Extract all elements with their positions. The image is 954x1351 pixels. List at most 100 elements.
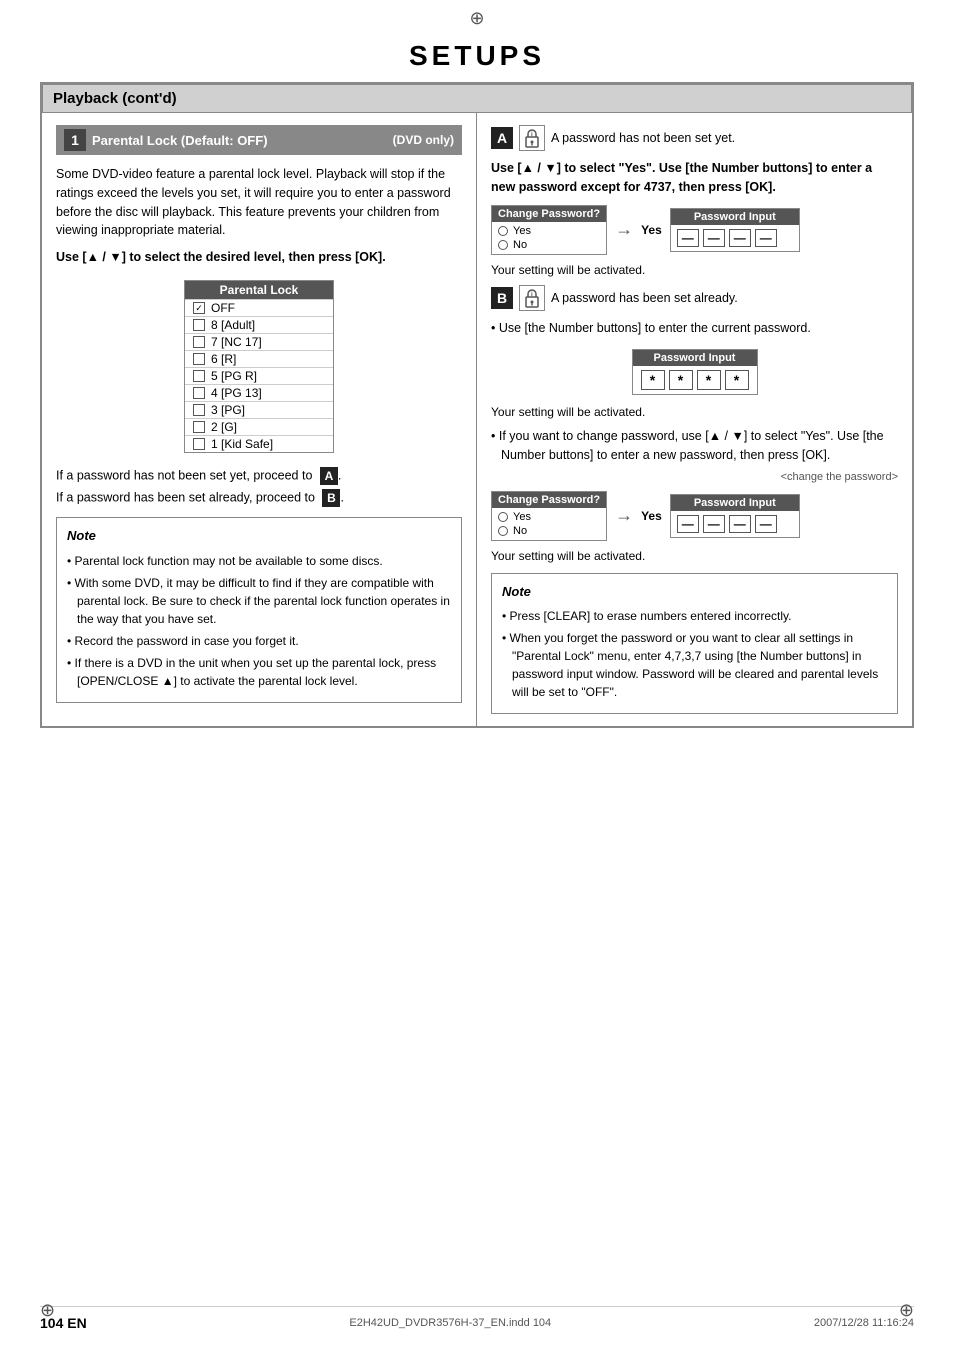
pl-row-2: 7 [NC 17] [185,333,333,350]
activated-text-b2: Your setting will be activated. [491,549,898,563]
cpb-yes-row-b: Yes [498,510,600,524]
note-item-3: • If there is a DVD in the unit when you… [67,654,451,690]
pwd-star-2: * [697,370,721,390]
note-title-right: Note [502,582,887,602]
pl-option-0: OFF [211,301,235,315]
lock-icon-container-a: i [519,125,545,151]
change-pwd-diagram-b: Change Password? Yes No → [491,491,898,541]
pl-checkbox-2 [193,336,205,348]
cpb-radio-yes-b [498,512,508,522]
proceed-b-text: If a password has been set already, proc… [56,489,462,507]
pl-option-6: 3 [PG] [211,403,245,417]
yes-label-b: Yes [641,509,662,523]
step1-body: Some DVD-video feature a parental lock l… [56,165,462,240]
pwd-star-0: * [641,370,665,390]
pwd-slot-a-3: — [755,229,777,247]
pwd-box-header-a: Password Input [671,209,799,225]
section-b-instruction: • Use [the Number buttons] to enter the … [491,319,898,338]
cpb-radio-no-a [498,240,508,250]
pwd-slots-a: — — — — [671,225,799,251]
pl-header: Parental Lock [185,281,333,299]
change-pwd-diagram-a: Change Password? Yes No → [491,205,898,255]
cpb-header-a: Change Password? [492,206,606,222]
cpb-yes-row-a: Yes [498,224,600,238]
pl-row-0: OFF [185,299,333,316]
change-pwd-box-a: Change Password? Yes No [491,205,607,255]
note-item-right-1: • When you forget the password or you wa… [502,629,887,701]
section-b-description: A password has been set already. [551,291,738,305]
pl-checkbox-4 [193,370,205,382]
pl-option-8: 1 [Kid Safe] [211,437,273,451]
pl-row-3: 6 [R] [185,350,333,367]
yes-label-a: Yes [641,223,662,237]
cpb-radio-yes-a [498,226,508,236]
note-item-2: • Record the password in case you forget… [67,632,451,650]
password-input-box-a: Password Input — — — — [670,208,800,252]
pl-checkbox-0 [193,302,205,314]
section-a-row: A i A password has not been set yet. [491,125,898,151]
pl-row-5: 4 [PG 13] [185,384,333,401]
pl-row-7: 2 [G] [185,418,333,435]
cpb-no-row-a: No [498,238,600,252]
pwd-stars-box: Password Input * * * * [632,349,758,395]
note-item-right-0: • Press [CLEAR] to erase numbers entered… [502,607,887,625]
pl-checkbox-5 [193,387,205,399]
section-a-instruction: Use [▲ / ▼] to select "Yes". Use [the Nu… [491,159,898,197]
dvd-only: (DVD only) [393,133,454,147]
arrow-b: → [615,505,633,526]
step-title: Parental Lock (Default: OFF) [92,133,268,148]
section-header: Playback (cont'd) [42,84,912,113]
note-title-left: Note [67,526,451,546]
proceed-a-text: If a password has not been set yet, proc… [56,467,462,485]
proceed-b-badge: B [322,489,340,507]
pl-row-8: 1 [Kid Safe] [185,435,333,452]
left-column: 1 Parental Lock (Default: OFF) (DVD only… [42,113,477,726]
pwd-slots-b: — — — — [671,511,799,537]
pwd-stars-center: Password Input * * * * [491,343,898,401]
note-item-1: • With some DVD, it may be difficult to … [67,574,451,628]
pwd-stars-header: Password Input [633,350,757,366]
section-b-badge: B [491,287,513,309]
pwd-slot-a-1: — [703,229,725,247]
change-pwd-label: <change the password> [491,471,898,483]
pwd-slot-a-0: — [677,229,699,247]
pl-row-4: 5 [PG R] [185,367,333,384]
step1-instruction: Use [▲ / ▼] to select the desired level,… [56,250,462,264]
lock-icon-container-b: i [519,285,545,311]
parental-lock-box: Parental Lock OFF 8 [Adult] 7 [NC 17] [184,280,334,453]
arrow-a: → [615,219,633,240]
reg-mark-top: ⊕ [469,8,484,29]
section-b-row: B i A password has been set already. [491,285,898,311]
cpb-no-row-b: No [498,524,600,538]
section-a-description: A password has not been set yet. [551,131,735,145]
pl-checkbox-3 [193,353,205,365]
cpb-rows-b: Yes No [492,508,606,540]
reg-mark-bottom-right: ⊕ [899,1300,914,1321]
pl-option-5: 4 [PG 13] [211,386,262,400]
pl-option-2: 7 [NC 17] [211,335,262,349]
content-area: 1 Parental Lock (Default: OFF) (DVD only… [42,113,912,726]
step-badge: 1 [64,129,86,151]
pl-checkbox-6 [193,404,205,416]
pl-checkbox-8 [193,438,205,450]
pl-checkbox-7 [193,421,205,433]
pwd-stars-row: * * * * [633,366,757,394]
lock-icon-b: i [523,288,541,308]
step-row: 1 Parental Lock (Default: OFF) (DVD only… [56,125,462,155]
pl-option-7: 2 [G] [211,420,237,434]
pwd-slot-b-3: — [755,515,777,533]
change-instruction: • If you want to change password, use [▲… [491,427,898,465]
pl-row-6: 3 [PG] [185,401,333,418]
note-item-0: • Parental lock function may not be avai… [67,552,451,570]
pwd-slot-b-1: — [703,515,725,533]
activated-text-b: Your setting will be activated. [491,405,898,419]
pl-checkbox-1 [193,319,205,331]
main-content: Playback (cont'd) 1 Parental Lock (Defau… [40,82,914,728]
change-pwd-box-b: Change Password? Yes No [491,491,607,541]
pl-option-4: 5 [PG R] [211,369,257,383]
pwd-slot-a-2: — [729,229,751,247]
pwd-star-3: * [725,370,749,390]
pl-option-3: 6 [R] [211,352,236,366]
parental-lock-center: Parental Lock OFF 8 [Adult] 7 [NC 17] [56,272,462,461]
note-box-left: Note • Parental lock function may not be… [56,517,462,703]
